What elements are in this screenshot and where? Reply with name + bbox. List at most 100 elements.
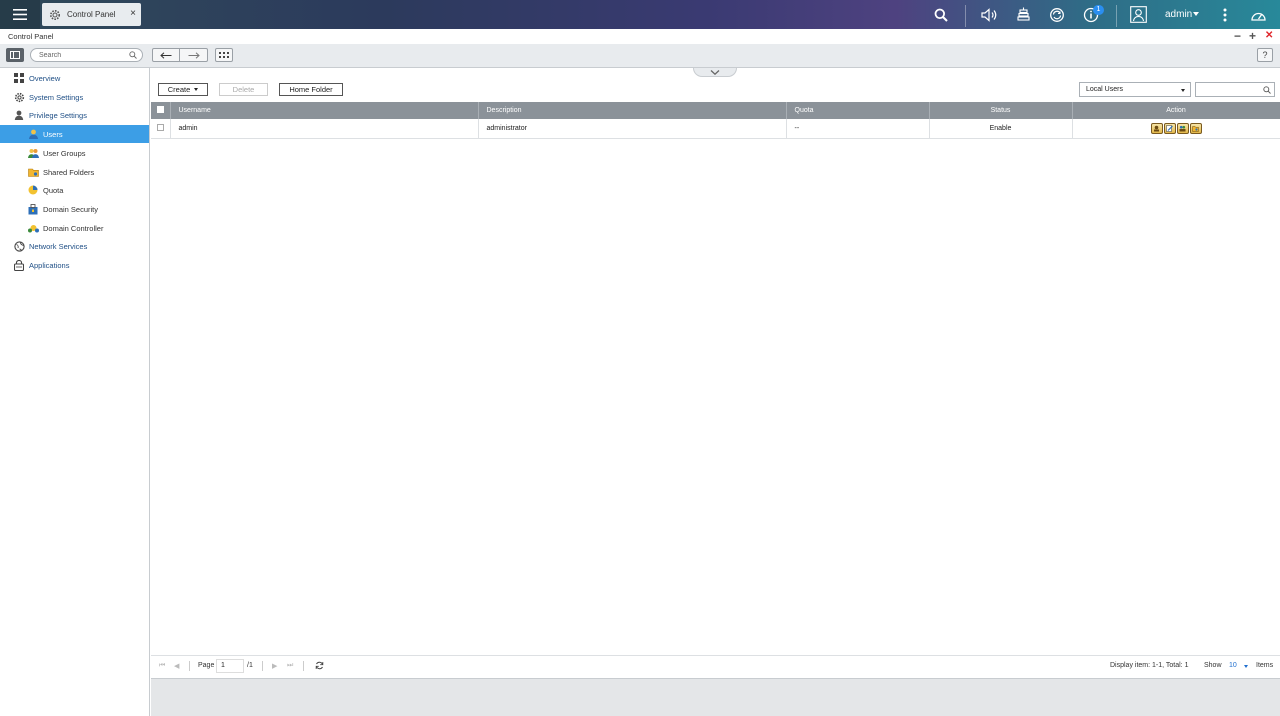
gear-icon — [13, 91, 25, 103]
refresh-icon[interactable] — [315, 661, 324, 672]
dashboard-gauge-icon[interactable] — [1250, 6, 1267, 23]
more-options-icon[interactable] — [1216, 6, 1233, 23]
select-all-checkbox[interactable] — [156, 106, 164, 113]
window-title-bar — [0, 29, 1280, 44]
sidebar-item-users[interactable]: Users — [0, 125, 149, 143]
edit-profile-icon[interactable] — [1163, 122, 1176, 134]
sidebar-item-label: Quota — [43, 185, 64, 195]
taskbar-separator — [1116, 5, 1117, 27]
back-button[interactable] — [153, 49, 181, 61]
next-page-button[interactable]: ▶ — [272, 662, 277, 670]
show-label: Show — [1204, 662, 1222, 669]
collapse-panel-toggle[interactable] — [693, 68, 737, 77]
window-view-icon — [10, 51, 20, 59]
status-cell: Enable — [929, 119, 1073, 139]
grid-icon — [219, 51, 229, 58]
description-cell: administrator — [478, 119, 787, 139]
gear-icon — [50, 9, 60, 20]
close-window-button[interactable]: ✕ — [1265, 30, 1273, 42]
sidebar-item-user-groups[interactable]: User Groups — [0, 144, 149, 162]
change-password-icon[interactable] — [1150, 122, 1163, 134]
app-grid-button[interactable] — [215, 48, 233, 62]
row-checkbox[interactable] — [156, 123, 164, 131]
column-header-description[interactable]: Description — [478, 102, 787, 119]
page-total: /1 — [247, 662, 253, 669]
items-per-page-select[interactable]: 10 — [1229, 662, 1237, 669]
overview-icon — [13, 72, 25, 84]
sidebar-item-label: Users — [43, 129, 63, 139]
maximize-button[interactable]: + — [1249, 30, 1256, 42]
column-header-status[interactable]: Status — [929, 102, 1073, 119]
home-folder-button[interactable]: Home Folder — [279, 83, 343, 96]
help-button[interactable]: ? — [1257, 48, 1273, 62]
view-toggle-button[interactable] — [6, 48, 24, 62]
sidebar-item-network-services[interactable]: Network Services — [0, 237, 149, 255]
window-title: Control Panel — [8, 32, 54, 41]
sidebar-item-system-settings[interactable]: System Settings — [0, 88, 149, 106]
sidebar-item-shared-folders[interactable]: Shared Folders — [0, 163, 149, 181]
sidebar-item-quota[interactable]: Quota — [0, 181, 149, 199]
sidebar: Overview System Settings Privilege Setti… — [0, 68, 150, 716]
sidebar-item-domain-controller[interactable]: Domain Controller — [0, 219, 149, 237]
search-field[interactable] — [30, 48, 143, 62]
user-filter-input[interactable] — [1195, 82, 1275, 97]
control-panel-tab[interactable]: Control Panel × — [42, 3, 141, 26]
sidebar-item-privilege-settings[interactable]: Privilege Settings — [0, 106, 149, 124]
delete-button[interactable]: Delete — [219, 83, 268, 96]
sidebar-item-label: Privilege Settings — [29, 110, 87, 120]
column-header-username[interactable]: Username — [170, 102, 479, 119]
previous-page-button[interactable]: ◀ — [174, 662, 179, 670]
column-header-quota[interactable]: Quota — [786, 102, 930, 119]
bottom-strip — [151, 678, 1280, 716]
table-header-row: Username Description Quota Status Action — [151, 102, 1280, 119]
sidebar-item-label: Domain Security — [43, 204, 99, 214]
pagination-bar: ⏮ ◀ Page 1 /1 ▶ ⏭ Display item: 1-1, Tot… — [151, 655, 1280, 677]
main-panel: Create Delete Home Folder Local Users Us… — [151, 68, 1280, 716]
edit-group-icon[interactable] — [1176, 122, 1189, 134]
page-number-input[interactable]: 1 — [216, 659, 244, 673]
background-tasks-icon[interactable] — [1015, 6, 1032, 23]
sync-icon[interactable] — [1048, 6, 1065, 23]
table-row[interactable]: admin administrator -- Enable — [151, 119, 1280, 139]
create-button-label: Create — [167, 85, 191, 94]
user-groups-icon — [27, 147, 39, 159]
sidebar-item-domain-security[interactable]: Domain Security — [0, 200, 149, 218]
sidebar-item-label: Applications — [29, 260, 70, 270]
select-all-header[interactable] — [151, 102, 171, 119]
sidebar-item-applications[interactable]: Applications — [0, 256, 149, 274]
users-icon — [27, 128, 39, 140]
search-icon[interactable] — [932, 6, 949, 23]
taskbar-separator — [965, 5, 966, 27]
main-menu-button[interactable] — [0, 0, 40, 29]
minimize-button[interactable]: − — [1234, 30, 1241, 42]
edit-folder-permission-icon[interactable] — [1189, 122, 1202, 134]
history-nav — [152, 48, 208, 62]
quota-cell: -- — [786, 119, 930, 139]
caret-down-icon[interactable] — [1244, 665, 1248, 668]
speaker-icon[interactable] — [981, 6, 998, 23]
search-input[interactable] — [39, 51, 125, 60]
notification-badge: 1 — [1093, 5, 1104, 15]
person-icon — [13, 109, 25, 121]
user-avatar-icon[interactable] — [1130, 6, 1147, 23]
sidebar-item-overview[interactable]: Overview — [0, 69, 149, 87]
sidebar-item-label: Domain Controller — [43, 223, 104, 233]
user-menu-label[interactable]: admin — [1165, 9, 1192, 20]
tab-close-button[interactable]: × — [130, 8, 136, 20]
create-button[interactable]: Create — [158, 83, 208, 96]
forward-button[interactable] — [180, 49, 207, 61]
caret-down-icon — [1181, 89, 1185, 92]
row-select-cell[interactable] — [151, 119, 171, 139]
sidebar-item-label: Network Services — [29, 241, 88, 251]
pager-separator — [189, 661, 190, 671]
first-page-button[interactable]: ⏮ — [159, 662, 165, 670]
pager-separator — [303, 661, 304, 671]
sidebar-item-label: User Groups — [43, 148, 86, 158]
user-type-select[interactable]: Local Users — [1079, 82, 1191, 97]
last-page-button[interactable]: ⏭ — [287, 662, 293, 670]
user-type-value: Local Users — [1086, 86, 1123, 93]
chevron-down-icon[interactable] — [1193, 12, 1199, 16]
domain-controller-icon — [27, 222, 39, 234]
arrow-left-icon — [160, 51, 172, 59]
arrow-right-icon — [188, 51, 200, 59]
